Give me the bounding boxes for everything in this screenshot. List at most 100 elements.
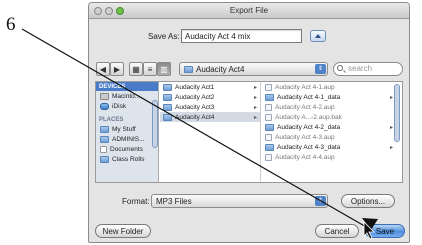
file-list: Audacity Act 4-1.aup Audacity Act 4-1_dat… xyxy=(262,82,403,162)
list-item[interactable]: Audacity Act2 ▸ xyxy=(160,92,260,102)
chevron-right-icon: ▸ xyxy=(253,104,257,111)
sidebar-item-label: ADMINIS... xyxy=(112,135,145,143)
search-input[interactable]: search xyxy=(333,62,403,76)
callout-number: 6 xyxy=(6,14,16,35)
button-row: New Folder Cancel Save xyxy=(89,224,409,240)
list-item-label: Audacity Act 4-2_data xyxy=(277,123,341,131)
popup-arrows-icon: ⇕ xyxy=(315,64,326,74)
column-act4-contents: Audacity Act 4-1.aup Audacity Act 4-1_dat… xyxy=(262,82,403,182)
chevron-up-icon xyxy=(315,34,321,38)
icon-view-icon: ▦ xyxy=(132,64,140,74)
list-item[interactable]: Audacity Act 4-4.aup xyxy=(262,152,403,162)
list-view-icon: ≡ xyxy=(147,64,153,74)
sidebar-item-label: iDisk xyxy=(112,102,127,110)
sidebar-item-label: Class Rolls xyxy=(112,155,145,163)
back-button[interactable]: ◀ xyxy=(96,62,110,76)
list-item-label: Audacity Act4 xyxy=(175,113,215,121)
location-popup-value: Audacity Act4 xyxy=(196,64,245,74)
list-item-label: Audacity Act 4-4.aup xyxy=(275,153,335,161)
file-list-scrollbar[interactable] xyxy=(394,84,400,142)
list-item-label: Audacity Act 4-3.aup xyxy=(275,133,335,141)
sidebar-header-places[interactable]: PLACES xyxy=(96,115,158,124)
folder-icon xyxy=(265,93,274,101)
folder-icon xyxy=(163,83,172,91)
column-audacity-folders: Audacity Act1 ▸ Audacity Act2 ▸ Audacity A… xyxy=(160,82,261,182)
folder-icon xyxy=(163,93,172,101)
list-item-label: Audacity Act3 xyxy=(175,103,215,111)
options-button[interactable]: Options... xyxy=(341,194,395,208)
chevron-right-icon: ▸ xyxy=(253,84,257,91)
list-item-label: Audacity Act1 xyxy=(175,83,215,91)
list-item[interactable]: Audacity Act 4-2.aup xyxy=(262,102,403,112)
window-title: Export File xyxy=(229,6,269,15)
file-icon xyxy=(265,133,272,141)
file-icon xyxy=(265,103,272,111)
column-view-button[interactable]: ▥ xyxy=(157,62,171,76)
folder-icon xyxy=(184,65,193,73)
sidebar-scrollbar[interactable] xyxy=(152,100,158,148)
format-row: Format: MP3 Files ⇕ Options... xyxy=(89,194,409,210)
folder-icon xyxy=(100,125,109,133)
save-as-label: Save As: xyxy=(148,32,180,41)
location-popup[interactable]: Audacity Act4 ⇕ xyxy=(179,62,328,76)
hard-disk-icon xyxy=(100,92,109,100)
save-as-input[interactable]: Audacity Act 4 mix xyxy=(181,29,302,43)
format-label: Format: xyxy=(122,197,150,206)
sidebar-item-label: Macinto... xyxy=(112,92,141,100)
sidebar-item-administrator[interactable]: ADMINIS... xyxy=(96,134,158,144)
folder-icon xyxy=(265,143,274,151)
chevron-right-icon: ▸ xyxy=(389,124,393,131)
list-item[interactable]: Audacity Act3 ▸ xyxy=(160,102,260,112)
list-item-label: Audacity Act 4-1.aup xyxy=(275,83,335,91)
idisk-icon xyxy=(100,102,109,110)
folder-icon xyxy=(163,113,172,121)
list-item[interactable]: Audacity A...-2.aup.bak xyxy=(262,112,403,122)
chevron-right-icon: ▸ xyxy=(389,144,393,151)
list-item[interactable]: Audacity Act 4-1_data ▸ xyxy=(262,92,403,102)
popup-arrows-icon: ⇕ xyxy=(315,196,326,206)
sidebar-item-documents[interactable]: Documents xyxy=(96,144,158,154)
list-item-label: Audacity Act 4-3_data xyxy=(277,143,341,151)
file-icon xyxy=(265,83,272,91)
chevron-right-icon: ▸ xyxy=(253,114,257,121)
list-item[interactable]: Audacity Act1 ▸ xyxy=(160,82,260,92)
search-icon xyxy=(337,65,343,71)
chevron-right-icon: ▸ xyxy=(389,94,393,101)
file-browser: DEVICES Macinto... iDisk PLACES My Stuff… xyxy=(95,81,403,183)
folder-icon xyxy=(163,103,172,111)
export-file-dialog: Export File Save As: Audacity Act 4 mix … xyxy=(88,2,410,243)
forward-button[interactable]: ▶ xyxy=(110,62,124,76)
file-icon xyxy=(265,113,272,121)
sidebar-item-class-rolls[interactable]: Class Rolls xyxy=(96,154,158,164)
chevron-right-icon: ▸ xyxy=(253,94,257,101)
list-item[interactable]: Audacity Act 4-3.aup xyxy=(262,132,403,142)
folder-icon xyxy=(100,155,109,163)
list-item[interactable]: Audacity Act 4-1.aup xyxy=(262,82,403,92)
list-item[interactable]: Audacity Act 4-2_data ▸ xyxy=(262,122,403,132)
list-item-label: Audacity Act 4-1_data xyxy=(277,93,341,101)
sidebar: DEVICES Macinto... iDisk PLACES My Stuff… xyxy=(96,82,159,182)
list-item-selected[interactable]: Audacity Act4 ▸ xyxy=(160,112,260,122)
list-view-button[interactable]: ≡ xyxy=(143,62,157,76)
cancel-button[interactable]: Cancel xyxy=(315,224,359,238)
sidebar-item-label: Documents xyxy=(110,145,143,153)
new-folder-button[interactable]: New Folder xyxy=(95,224,151,238)
list-item[interactable]: Audacity Act 4-3_data ▸ xyxy=(262,142,403,152)
sidebar-header-devices[interactable]: DEVICES xyxy=(96,82,158,91)
home-folder-icon xyxy=(100,135,109,143)
sidebar-item-my-stuff[interactable]: My Stuff xyxy=(96,124,158,134)
icon-view-button[interactable]: ▦ xyxy=(129,62,143,76)
list-item-label: Audacity A...-2.aup.bak xyxy=(275,113,342,121)
save-button[interactable]: Save xyxy=(365,224,405,238)
list-item-label: Audacity Act2 xyxy=(175,93,215,101)
folder-icon xyxy=(265,123,274,131)
sidebar-item-idisk[interactable]: iDisk xyxy=(96,101,158,111)
browser-toolbar: ◀ ▶ ▦ ≡ ▥ Audacity Act4 ⇕ search xyxy=(89,62,409,78)
format-popup-value: MP3 Files xyxy=(156,196,192,206)
format-popup[interactable]: MP3 Files ⇕ xyxy=(151,194,328,208)
save-as-row: Save As: Audacity Act 4 mix xyxy=(89,29,409,47)
sidebar-item-macintosh[interactable]: Macinto... xyxy=(96,91,158,101)
sidebar-item-label: My Stuff xyxy=(112,125,136,133)
expand-dialog-button[interactable] xyxy=(310,30,326,42)
list-item-label: Audacity Act 4-2.aup xyxy=(275,103,335,111)
